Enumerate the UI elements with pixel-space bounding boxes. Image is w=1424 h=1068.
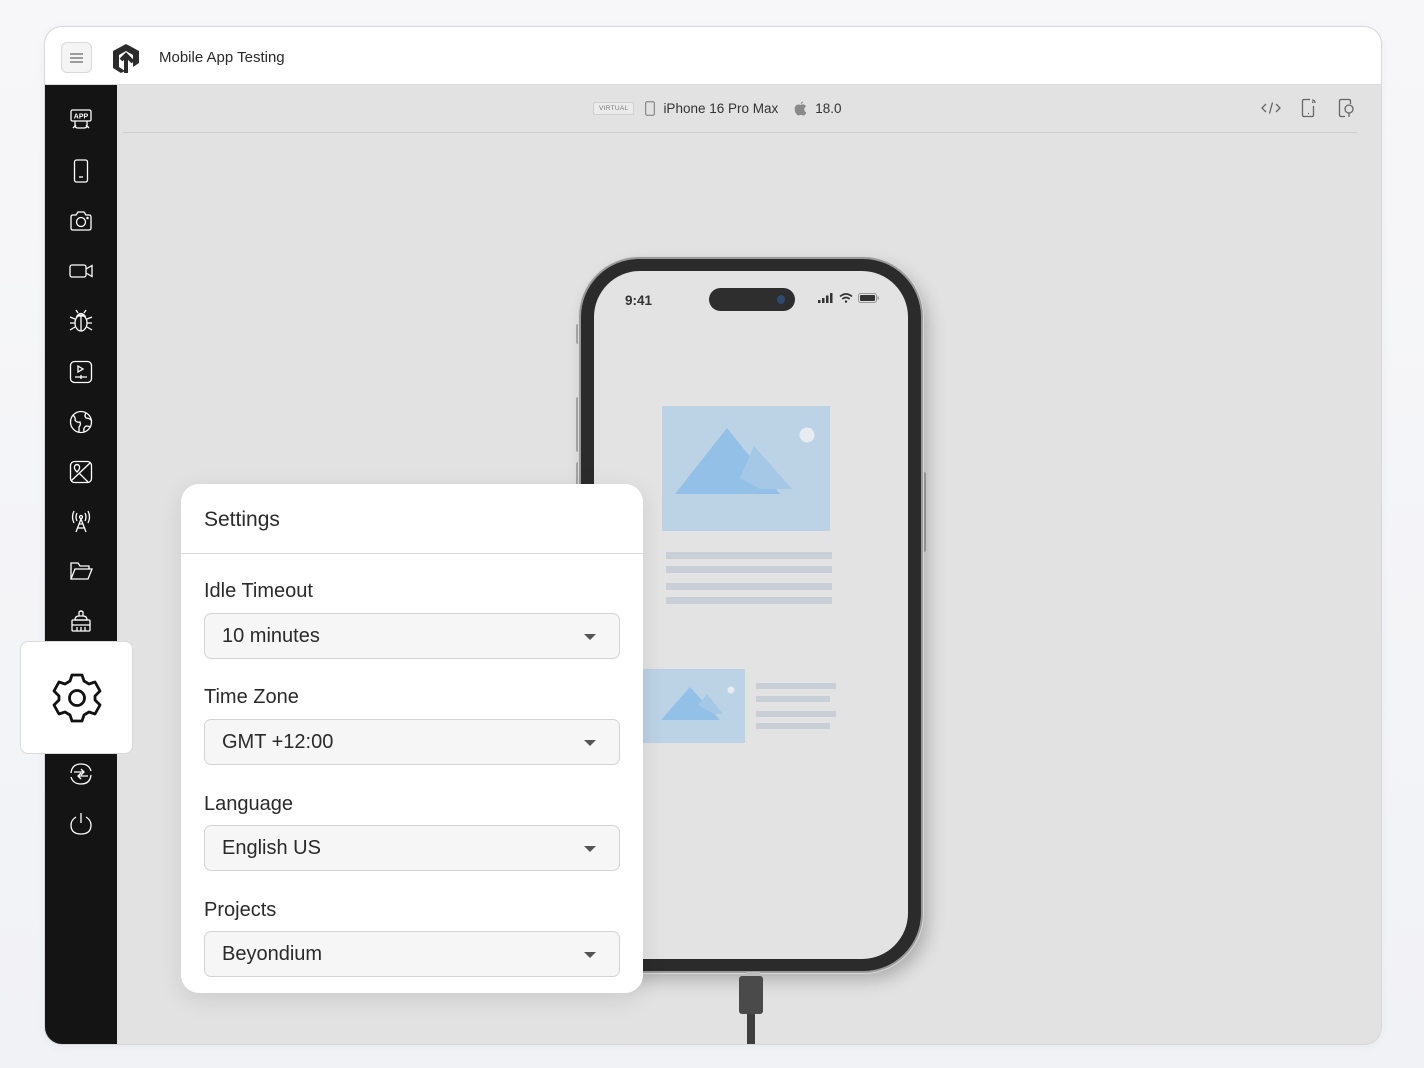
divider [181,553,643,554]
time-zone-select[interactable]: GMT +12:00 [204,719,620,765]
top-bar: Mobile App Testing [45,27,1381,85]
sidebar-item-settings[interactable] [20,641,133,754]
play-screen-icon [69,360,93,384]
device-inspect-button[interactable] [1337,98,1357,118]
sidebar-item-screenshot[interactable] [67,207,95,235]
chevron-down-icon [584,740,596,746]
language-label: Language [204,793,293,815]
antenna-icon [71,510,91,533]
usb-cable-wire [747,1014,755,1044]
phone-outline-icon [645,101,656,116]
camera-icon [70,211,92,231]
code-inspector-button[interactable] [1261,98,1281,118]
bug-icon [69,309,93,332]
sidebar-item-files[interactable] [67,557,95,585]
chevron-down-icon [584,952,596,958]
virtual-badge: VIRTUAL [593,102,635,115]
power-icon [70,813,92,835]
text-line-placeholder [666,583,832,590]
idle-timeout-select[interactable]: 10 minutes [204,613,620,659]
phone-volume-up [576,397,580,452]
chevron-down-icon [584,634,596,640]
video-icon [69,264,93,278]
sidebar-item-recording[interactable] [67,257,95,285]
device-name: iPhone 16 Pro Max [663,101,779,116]
switch-icon [70,763,92,785]
sidebar-item-end-session[interactable] [67,810,95,838]
phone-power-button [922,472,926,552]
phone-action-button [576,324,580,344]
settings-panel: Settings Idle Timeout 10 minutes Time Zo… [181,484,643,993]
gear-icon [52,673,101,722]
device-cast-button[interactable] [1299,98,1319,118]
sidebar-item-switch-device[interactable] [67,760,95,788]
chevron-down-icon [584,846,596,852]
sidebar-item-image-injection[interactable] [67,458,95,486]
text-line-placeholder [666,597,832,604]
sidebar-item-app[interactable]: APP [67,107,95,135]
device-tools [1261,98,1357,118]
idle-timeout-value: 10 minutes [222,625,320,647]
os-version: 18.0 [815,101,842,116]
code-icon [1261,102,1281,114]
sidebar: APP [45,85,117,1044]
language-value: English US [222,837,321,859]
svg-text:APP: APP [74,114,89,121]
sidebar-item-device[interactable] [67,157,95,185]
projects-label: Projects [204,899,277,921]
text-line-placeholder [666,566,832,573]
app-title: Mobile App Testing [159,49,285,66]
sidebar-item-network[interactable] [67,507,95,535]
text-line-placeholder [666,552,832,559]
idle-timeout-label: Idle Timeout [204,580,313,602]
sidebar-item-test-runner[interactable] [67,358,95,386]
sidebar-item-debug[interactable] [67,307,95,335]
apple-icon [794,101,807,116]
sidebar-item-geolocation[interactable] [67,408,95,436]
phone-icon [73,159,89,183]
folder-icon [70,562,93,580]
sidebar-item-clean[interactable] [67,607,95,635]
logo-icon [113,44,139,73]
menu-button[interactable] [61,42,92,73]
time-zone-value: GMT +12:00 [222,731,334,753]
app-icon: APP [70,109,92,129]
image-location-icon [69,460,93,484]
projects-select[interactable]: Beyondium [204,931,620,977]
usb-cable-plug [739,976,763,1014]
device-cast-icon [1301,98,1316,118]
device-info: VIRTUAL iPhone 16 Pro Max 18.0 [593,101,842,116]
device-toolbar: VIRTUAL iPhone 16 Pro Max 18.0 [123,85,1357,133]
globe-icon [69,410,93,434]
brush-icon [71,610,91,632]
hamburger-icon [70,52,83,63]
time-zone-label: Time Zone [204,686,299,708]
language-select[interactable]: English US [204,825,620,871]
projects-value: Beyondium [222,943,323,965]
settings-title: Settings [204,508,280,531]
device-inspect-icon [1338,98,1354,118]
